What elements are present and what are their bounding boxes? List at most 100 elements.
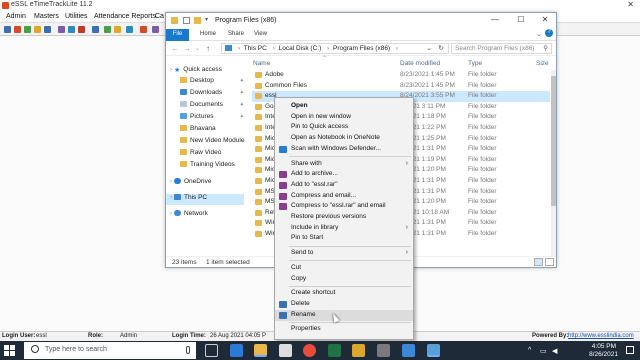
context-menu-item-open[interactable]: Open xyxy=(275,101,413,112)
toolbar-icon[interactable] xyxy=(92,26,99,33)
context-menu-item-compress-and-email[interactable]: Compress and email... xyxy=(275,191,413,202)
file-row[interactable]: Adobe 8/23/2021 1:45 PM File folder xyxy=(252,70,550,81)
task-view-icon[interactable] xyxy=(205,344,218,357)
menu-attendance-reports[interactable]: Attendance Reports xyxy=(94,13,156,20)
menu-utilities[interactable]: Utilities xyxy=(65,13,88,20)
context-menu-item-copy[interactable]: Copy xyxy=(275,274,413,285)
store-icon[interactable] xyxy=(279,344,292,357)
column-date-modified[interactable]: Date modified xyxy=(400,60,440,67)
address-bar[interactable]: › This PC › Local Disk (C:) › Program Fi… xyxy=(221,43,449,54)
up-icon[interactable]: ↑ xyxy=(206,44,210,53)
nav-item-onedrive[interactable]: › OneDrive xyxy=(170,178,246,189)
taskbar-search-input[interactable]: Type here to search xyxy=(24,342,196,359)
context-menu-item-add-to-essl-rar[interactable]: Add to "essl.rar" xyxy=(275,180,413,191)
context-menu-item-share-with[interactable]: Share with › xyxy=(275,159,413,170)
chrome-icon[interactable] xyxy=(303,344,316,357)
toolbar-icon[interactable] xyxy=(58,26,65,33)
nav-item-this-pc[interactable]: › This PC xyxy=(166,194,244,205)
help-icon[interactable]: ? xyxy=(545,29,553,37)
column-size[interactable]: Size xyxy=(536,60,549,67)
clock-date[interactable]: 8/26/2021 xyxy=(589,351,618,358)
microphone-icon[interactable] xyxy=(186,346,190,354)
context-menu-item-include-in-library[interactable]: Include in library › xyxy=(275,223,413,234)
column-name[interactable]: Name xyxy=(253,60,270,67)
context-menu-item-delete[interactable]: Delete xyxy=(275,299,413,310)
toolbar-icon[interactable] xyxy=(44,26,51,33)
context-menu-item-open-as-notebook-in-onenote[interactable]: Open as Notebook in OneNote xyxy=(275,133,413,144)
maximize-icon[interactable]: ☐ xyxy=(514,15,528,27)
breadcrumb-local-disk[interactable]: Local Disk (C:) xyxy=(279,45,322,52)
large-icons-view-icon[interactable] xyxy=(545,258,554,266)
show-hidden-icons-icon[interactable]: ^ xyxy=(528,347,531,354)
new-folder-icon[interactable] xyxy=(194,17,201,24)
toolbar-icon[interactable] xyxy=(140,26,147,33)
network-icon[interactable]: ▭ xyxy=(540,347,547,355)
toolbar-icon[interactable] xyxy=(152,26,159,33)
toolbar-icon[interactable] xyxy=(126,26,133,33)
edge-icon[interactable] xyxy=(230,344,243,357)
vertical-scrollbar[interactable] xyxy=(551,70,556,256)
menu-masters[interactable]: Masters xyxy=(34,13,59,20)
minimize-icon[interactable]: — xyxy=(488,15,502,27)
nav-item-documents[interactable]: Documents ✦ xyxy=(180,101,246,112)
context-menu-item-create-shortcut[interactable]: Create shortcut xyxy=(275,288,413,299)
customize-quick-access-icon[interactable]: ▾ xyxy=(205,16,212,23)
toolbar-icon[interactable] xyxy=(14,26,21,33)
context-menu-item-pin-to-start[interactable]: Pin to Start xyxy=(275,233,413,244)
menu-truncated[interactable]: Ca xyxy=(155,13,164,20)
nav-item-bhavana[interactable]: Bhavana xyxy=(180,125,246,136)
nav-item-quick-access[interactable]: › ★ Quick access xyxy=(170,66,246,77)
context-menu-item-send-to[interactable]: Send to › xyxy=(275,248,413,259)
notifications-icon[interactable] xyxy=(626,346,634,354)
refresh-icon[interactable]: ↻ xyxy=(438,44,444,52)
toolbar-icon[interactable] xyxy=(68,26,75,33)
app-close-icon[interactable]: ✕ xyxy=(627,0,634,9)
toolbar-icon[interactable] xyxy=(24,26,31,33)
context-menu-item-scan-with-windows-defender[interactable]: Scan with Windows Defender... xyxy=(275,144,413,155)
properties-icon[interactable] xyxy=(183,17,190,24)
context-menu-item-restore-previous-versions[interactable]: Restore previous versions xyxy=(275,212,413,223)
column-type[interactable]: Type xyxy=(468,60,482,67)
context-menu-item-add-to-archive[interactable]: Add to archive... xyxy=(275,169,413,180)
app-taskbar-icon[interactable] xyxy=(427,344,440,357)
nav-item-pictures[interactable]: Pictures ✦ xyxy=(180,113,246,124)
tab-share[interactable]: Share xyxy=(228,31,244,37)
app-taskbar-icon[interactable] xyxy=(377,344,390,357)
tab-file[interactable]: File xyxy=(166,29,189,41)
powered-by-link[interactable]: http://www.esslindia.com xyxy=(568,333,634,339)
recent-locations-icon[interactable]: ⌄ xyxy=(195,45,200,52)
search-input[interactable]: Search Program Files (x86) ⚲ xyxy=(451,43,552,54)
file-explorer-icon[interactable] xyxy=(254,344,267,357)
nav-item-downloads[interactable]: Downloads ✦ xyxy=(180,89,246,100)
context-menu-item-compress-to-essl-rar-and-email[interactable]: Compress to "essl.rar" and email xyxy=(275,201,413,212)
back-icon[interactable]: ← xyxy=(171,44,179,53)
expand-ribbon-icon[interactable]: ⌄ xyxy=(536,30,542,38)
nav-item-desktop[interactable]: Desktop ✦ xyxy=(180,77,246,88)
context-menu-item-open-in-new-window[interactable]: Open in new window xyxy=(275,112,413,123)
tab-view[interactable]: View xyxy=(254,31,267,37)
clock-time[interactable]: 4:05 PM xyxy=(592,343,616,350)
breadcrumb-this-pc[interactable]: This PC xyxy=(244,45,267,52)
context-menu-item-cut[interactable]: Cut xyxy=(275,263,413,274)
forward-icon[interactable]: → xyxy=(183,44,191,53)
essl-taskbar-icon[interactable] xyxy=(352,344,365,357)
toolbar-icon[interactable] xyxy=(78,26,85,33)
context-menu-item-pin-to-quick-access[interactable]: Pin to Quick access xyxy=(275,122,413,133)
breadcrumb-program-files[interactable]: Program Files (x86) xyxy=(333,45,390,52)
volume-icon[interactable]: ◀ xyxy=(552,347,557,355)
nav-item-raw-video[interactable]: Raw Video xyxy=(180,149,246,160)
nav-item-network[interactable]: › Network xyxy=(170,210,246,221)
details-view-icon[interactable] xyxy=(534,258,543,266)
app-taskbar-icon[interactable] xyxy=(402,344,415,357)
excel-icon[interactable] xyxy=(328,344,341,357)
nav-item-training-videos[interactable]: Training Videos xyxy=(180,161,246,172)
toolbar-icon[interactable] xyxy=(4,26,11,33)
context-menu-item-properties[interactable]: Properties xyxy=(275,324,413,335)
toolbar-icon[interactable] xyxy=(104,26,111,33)
close-icon[interactable]: ✕ xyxy=(538,15,552,27)
address-dropdown-icon[interactable]: ⌄ xyxy=(426,44,432,52)
toolbar-icon[interactable] xyxy=(114,26,121,33)
tab-home[interactable]: Home xyxy=(200,31,216,37)
windows-start-icon[interactable] xyxy=(4,345,15,356)
toolbar-icon[interactable] xyxy=(34,26,41,33)
